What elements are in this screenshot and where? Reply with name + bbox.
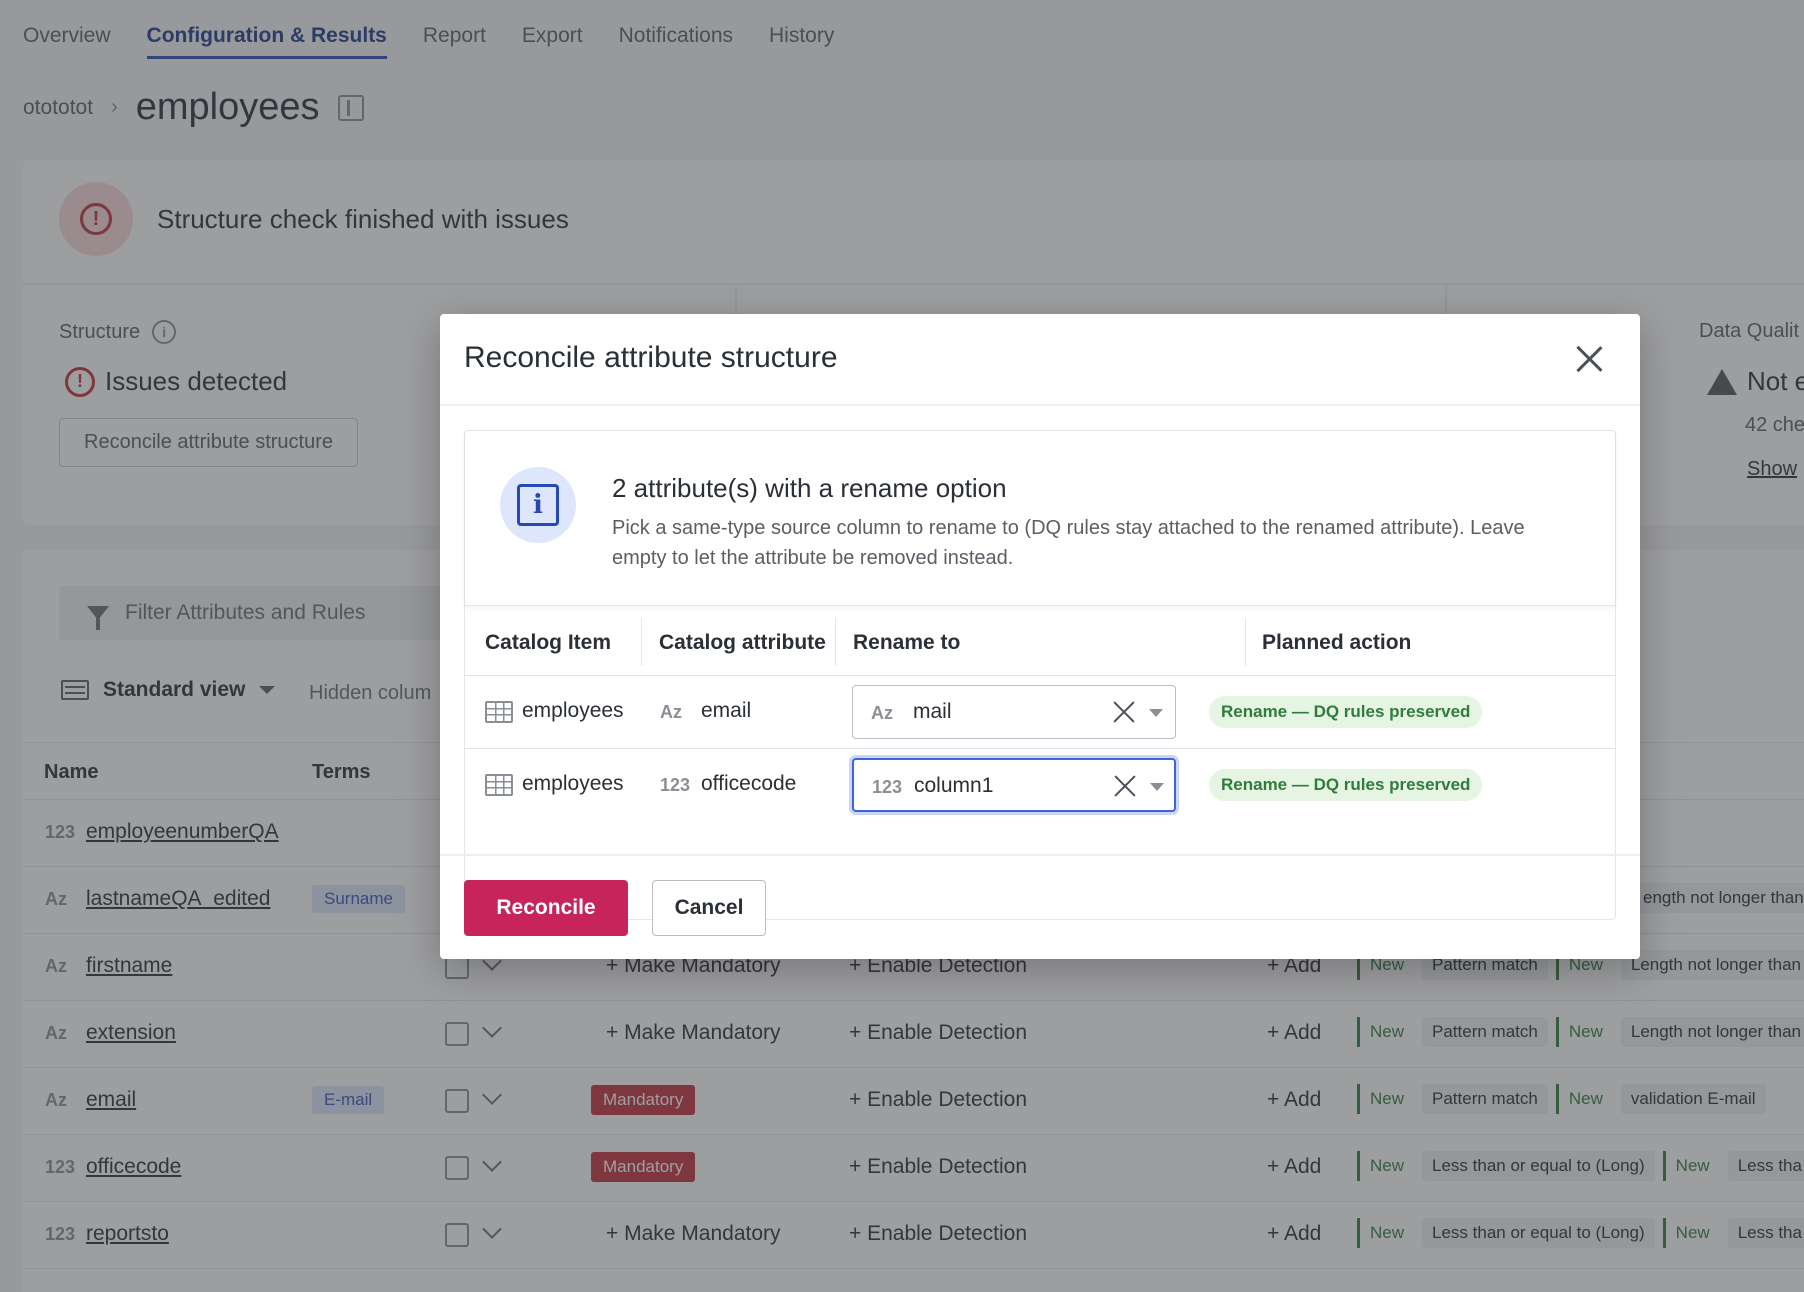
caret-down-icon[interactable]: [1150, 783, 1164, 791]
rename-panel: i 2 attribute(s) with a rename option Pi…: [464, 430, 1616, 920]
info-banner: i 2 attribute(s) with a rename option Pi…: [465, 431, 1615, 606]
dialog-title: Reconcile attribute structure: [464, 341, 838, 374]
reconcile-button[interactable]: Reconcile: [464, 880, 628, 936]
close-icon[interactable]: [1574, 344, 1604, 374]
rename-table-header: Catalog Item Catalog attribute Rename to…: [465, 606, 1615, 676]
type-icon: 123: [660, 775, 691, 795]
catalog-item: employees: [522, 772, 624, 795]
column-planned-action: Planned action: [1262, 631, 1412, 654]
clear-icon[interactable]: [1113, 774, 1137, 798]
info-heading: 2 attribute(s) with a rename option: [612, 473, 1007, 503]
rename-to-select[interactable]: 123 column1: [852, 758, 1176, 812]
type-icon: Az: [871, 703, 893, 723]
info-icon: i: [500, 467, 576, 543]
rename-to-value: column1: [914, 774, 994, 797]
cancel-button[interactable]: Cancel: [652, 880, 766, 936]
type-icon: Az: [660, 702, 682, 722]
dialog-footer: Reconcile Cancel: [440, 854, 1640, 959]
divider: [835, 618, 836, 666]
table-icon: [485, 701, 513, 723]
divider: [641, 618, 642, 666]
planned-action-badge: Rename — DQ rules preserved: [1209, 769, 1483, 801]
catalog-attribute: email: [701, 699, 752, 722]
divider: [1245, 618, 1246, 666]
caret-down-icon[interactable]: [1149, 709, 1163, 717]
rename-row: employees 123 officecode 123 column1 Ren…: [465, 749, 1615, 822]
catalog-attribute: officecode: [701, 772, 797, 795]
catalog-item: employees: [522, 699, 624, 722]
dialog-header: Reconcile attribute structure: [440, 314, 1640, 406]
table-icon: [485, 774, 513, 796]
rename-to-select[interactable]: Az mail: [852, 685, 1176, 739]
type-icon: 123: [872, 777, 903, 797]
reconcile-dialog: Reconcile attribute structure i 2 attrib…: [440, 314, 1640, 959]
clear-icon[interactable]: [1112, 700, 1136, 724]
column-rename-to: Rename to: [853, 631, 961, 654]
column-catalog-attribute: Catalog attribute: [659, 631, 826, 654]
column-catalog-item: Catalog Item: [485, 631, 612, 654]
planned-action-badge: Rename — DQ rules preserved: [1209, 696, 1483, 728]
rename-to-value: mail: [913, 700, 952, 723]
page: Overview Configuration & Results Report …: [0, 0, 1804, 1292]
rename-row: employees Az email Az mail Rename — DQ r…: [465, 676, 1615, 749]
info-body: Pick a same-type source column to rename…: [612, 517, 1525, 569]
